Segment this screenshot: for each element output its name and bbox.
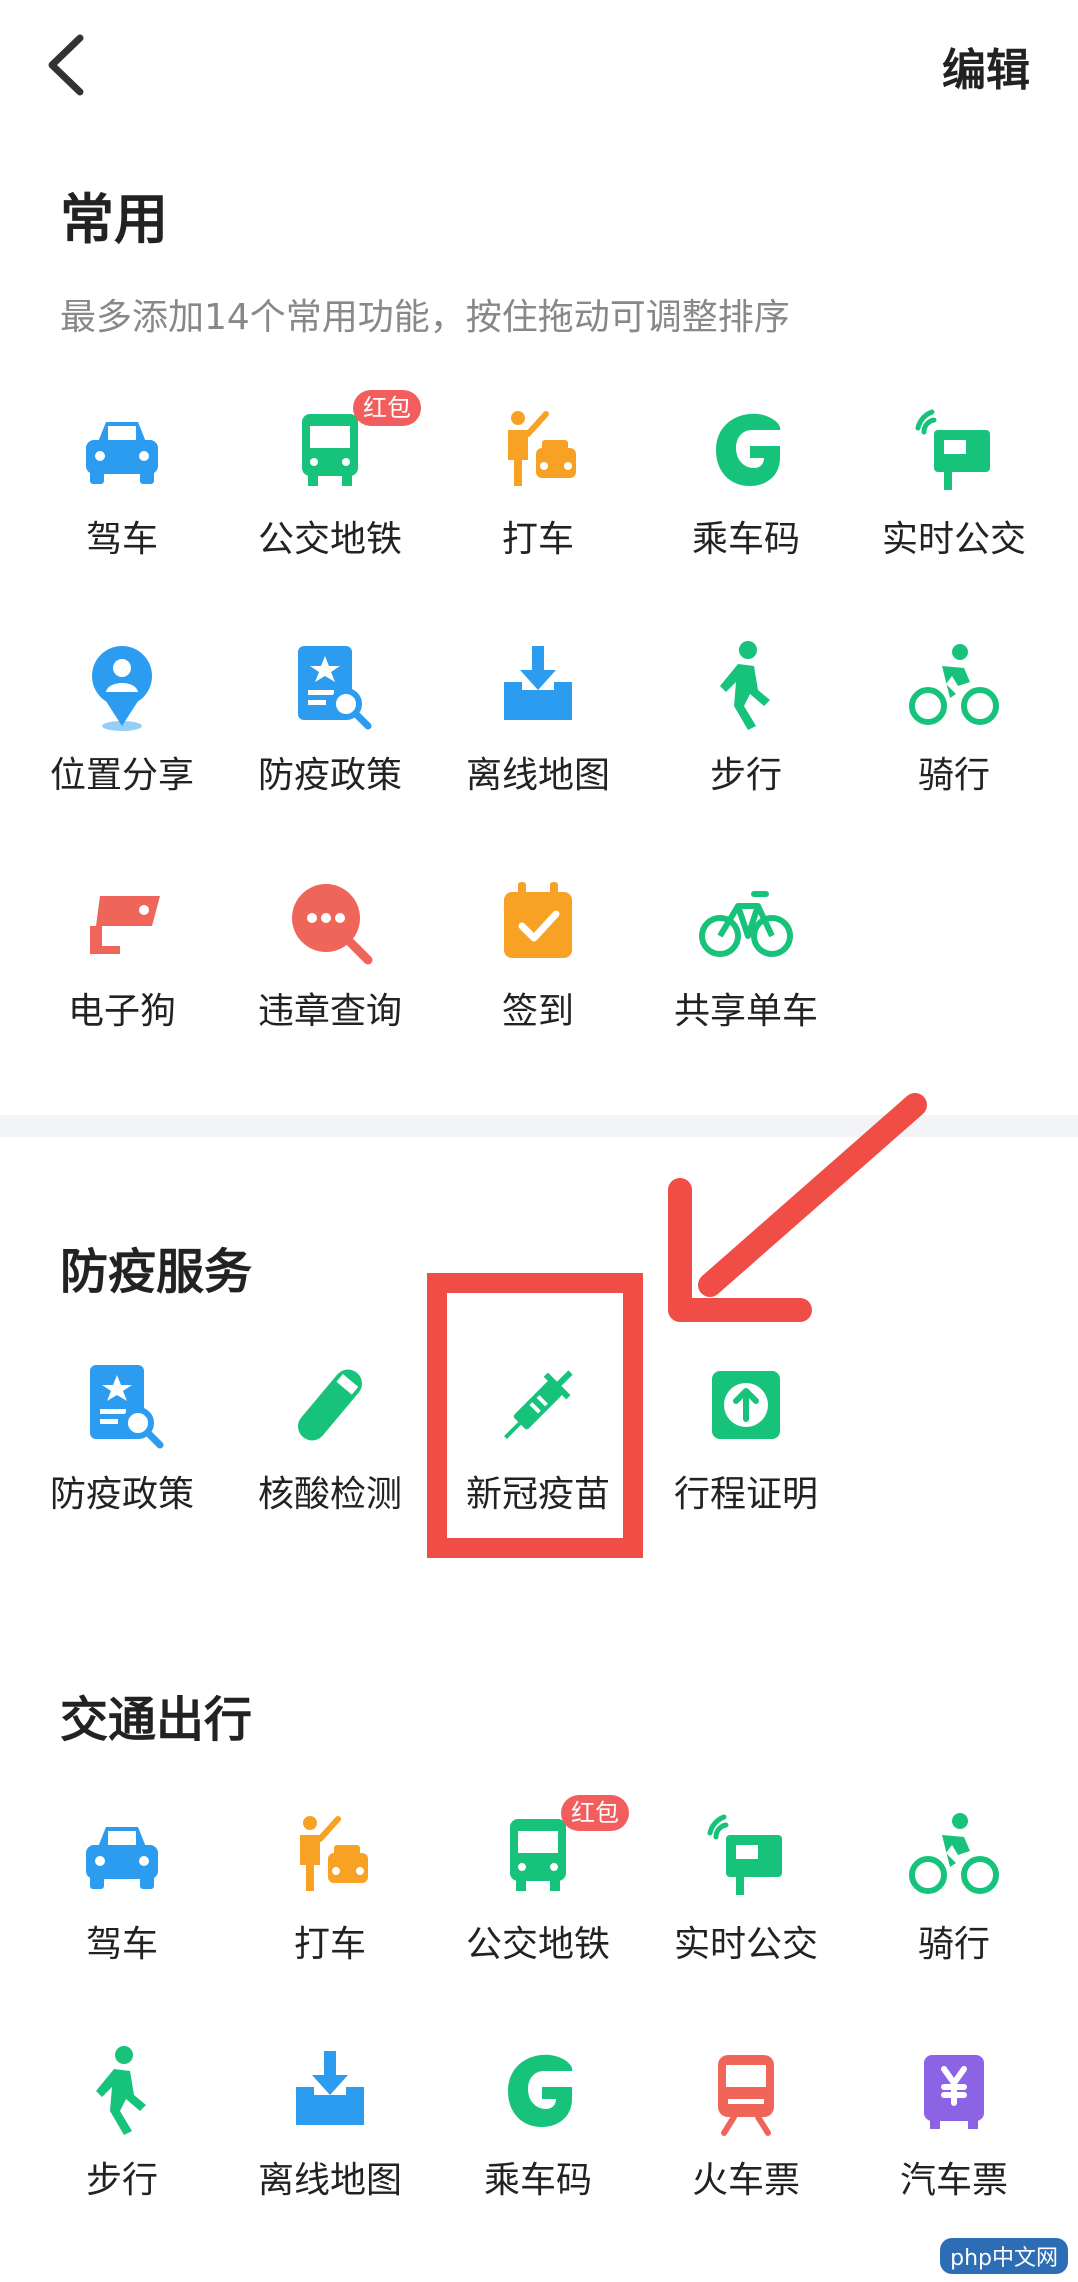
violation-search-icon xyxy=(280,872,380,972)
grid-item-cycling[interactable]: 骑行 xyxy=(849,636,1059,836)
grid-item-label: 核酸检测 xyxy=(257,1474,402,1515)
trip-proof-icon xyxy=(696,1355,796,1455)
grid-item-label: 违章查询 xyxy=(257,991,402,1032)
grid-item-label: 步行 xyxy=(85,2160,158,2201)
highlight-box xyxy=(427,1273,643,1558)
grid-item-violation-search[interactable]: 违章查询 xyxy=(225,872,435,1072)
taxi-icon xyxy=(280,1805,380,1905)
checkin-calendar-icon xyxy=(488,872,588,972)
grid-item-label: 共享单车 xyxy=(673,991,818,1032)
realtime-bus-icon xyxy=(904,400,1004,500)
watermark: php中文网 xyxy=(940,2238,1068,2274)
ride-code-icon xyxy=(696,400,796,500)
location-share-icon xyxy=(72,636,172,736)
grid-item-label: 乘车码 xyxy=(691,519,800,560)
section-title-transport: 交通出行 xyxy=(60,1692,253,1748)
ride-code-icon xyxy=(488,2041,588,2141)
grid-item-bus[interactable]: 红包公交地铁 xyxy=(433,1795,643,2005)
grid-item-location-share[interactable]: 位置分享 xyxy=(17,636,227,836)
grid-item-policy-doc[interactable]: 防疫政策 xyxy=(17,1355,227,1555)
grid-item-label: 火车票 xyxy=(691,2160,800,2201)
section-title-frequent: 常用 xyxy=(60,188,168,251)
car-icon xyxy=(72,400,172,500)
arrow-annotation-icon xyxy=(668,1093,927,1322)
grid-item-label: 驾车 xyxy=(85,1924,158,1965)
grid-item-cycling[interactable]: 骑行 xyxy=(849,1805,1059,2005)
bike-icon xyxy=(696,872,796,972)
grid-item-taxi[interactable]: 打车 xyxy=(225,1805,435,2005)
policy-doc-icon xyxy=(280,636,380,736)
grid-item-label: 驾车 xyxy=(85,519,158,560)
realtime-bus-icon xyxy=(696,1805,796,1905)
test-tube-icon xyxy=(280,1355,380,1455)
walk-icon xyxy=(72,2041,172,2141)
grid-item-car[interactable]: 驾车 xyxy=(17,400,227,600)
grid-item-test-tube[interactable]: 核酸检测 xyxy=(225,1355,435,1555)
grid-item-label: 公交地铁 xyxy=(465,1924,610,1965)
grid-item-realtime-bus[interactable]: 实时公交 xyxy=(641,1805,851,2005)
grid-item-ride-code[interactable]: 乘车码 xyxy=(641,400,851,600)
grid-item-label: 离线地图 xyxy=(465,755,610,796)
train-icon xyxy=(696,2041,796,2141)
grid-item-taxi[interactable]: 打车 xyxy=(433,400,643,600)
edit-button[interactable]: 编辑 xyxy=(942,34,1030,98)
coach-ticket-icon xyxy=(904,2041,1004,2141)
top-bar: 编辑 xyxy=(0,0,1078,130)
chevron-left-icon xyxy=(48,34,84,96)
grid-item-trip-proof[interactable]: 行程证明 xyxy=(641,1355,851,1555)
grid-item-label: 打车 xyxy=(501,519,574,560)
cycling-icon xyxy=(904,1805,1004,1905)
grid-item-label: 防疫政策 xyxy=(257,755,402,796)
grid-item-coach-ticket[interactable]: 汽车票 xyxy=(849,2041,1059,2241)
grid-item-ride-code[interactable]: 乘车码 xyxy=(433,2041,643,2241)
cycling-icon xyxy=(904,636,1004,736)
offline-map-icon xyxy=(488,636,588,736)
grid-item-label: 乘车码 xyxy=(483,2160,592,2201)
grid-item-bus[interactable]: 红包公交地铁 xyxy=(225,390,435,600)
policy-doc-icon xyxy=(72,1355,172,1455)
grid-item-offline-map[interactable]: 离线地图 xyxy=(225,2041,435,2241)
grid-item-label: 打车 xyxy=(293,1924,366,1965)
grid-item-label: 离线地图 xyxy=(257,2160,402,2201)
taxi-icon xyxy=(488,400,588,500)
grid-item-bike[interactable]: 共享单车 xyxy=(641,872,851,1072)
grid-item-label: 电子狗 xyxy=(67,991,176,1032)
grid-item-label: 防疫政策 xyxy=(49,1474,194,1515)
grid-item-train[interactable]: 火车票 xyxy=(641,2041,851,2241)
grid-item-walk[interactable]: 步行 xyxy=(17,2041,227,2241)
grid-item-label: 步行 xyxy=(709,755,782,796)
red-packet-badge: 红包 xyxy=(561,1795,629,1831)
grid-item-label: 实时公交 xyxy=(673,1924,818,1965)
grid-item-walk[interactable]: 步行 xyxy=(641,636,851,836)
grid-item-label: 实时公交 xyxy=(881,519,1026,560)
camera-icon xyxy=(72,872,172,972)
grid-item-camera[interactable]: 电子狗 xyxy=(17,872,227,1072)
grid-item-label: 公交地铁 xyxy=(257,519,402,560)
grid-item-label: 位置分享 xyxy=(49,755,194,796)
section-subtitle-frequent: 最多添加14个常用功能，按住拖动可调整排序 xyxy=(60,297,790,338)
section-title-epidemic: 防疫服务 xyxy=(60,1244,253,1300)
grid-item-checkin-calendar[interactable]: 签到 xyxy=(433,872,643,1072)
grid-item-label: 行程证明 xyxy=(673,1474,818,1515)
walk-icon xyxy=(696,636,796,736)
offline-map-icon xyxy=(280,2041,380,2141)
grid-item-policy-doc[interactable]: 防疫政策 xyxy=(225,636,435,836)
red-packet-badge: 红包 xyxy=(353,390,421,426)
grid-item-label: 骑行 xyxy=(917,755,990,796)
grid-item-realtime-bus[interactable]: 实时公交 xyxy=(849,400,1059,600)
grid-item-offline-map[interactable]: 离线地图 xyxy=(433,636,643,836)
back-button[interactable] xyxy=(40,30,100,100)
car-icon xyxy=(72,1805,172,1905)
grid-item-label: 签到 xyxy=(501,991,574,1032)
grid-item-label: 汽车票 xyxy=(899,2160,1008,2201)
grid-item-car[interactable]: 驾车 xyxy=(17,1805,227,2005)
grid-item-label: 骑行 xyxy=(917,1924,990,1965)
